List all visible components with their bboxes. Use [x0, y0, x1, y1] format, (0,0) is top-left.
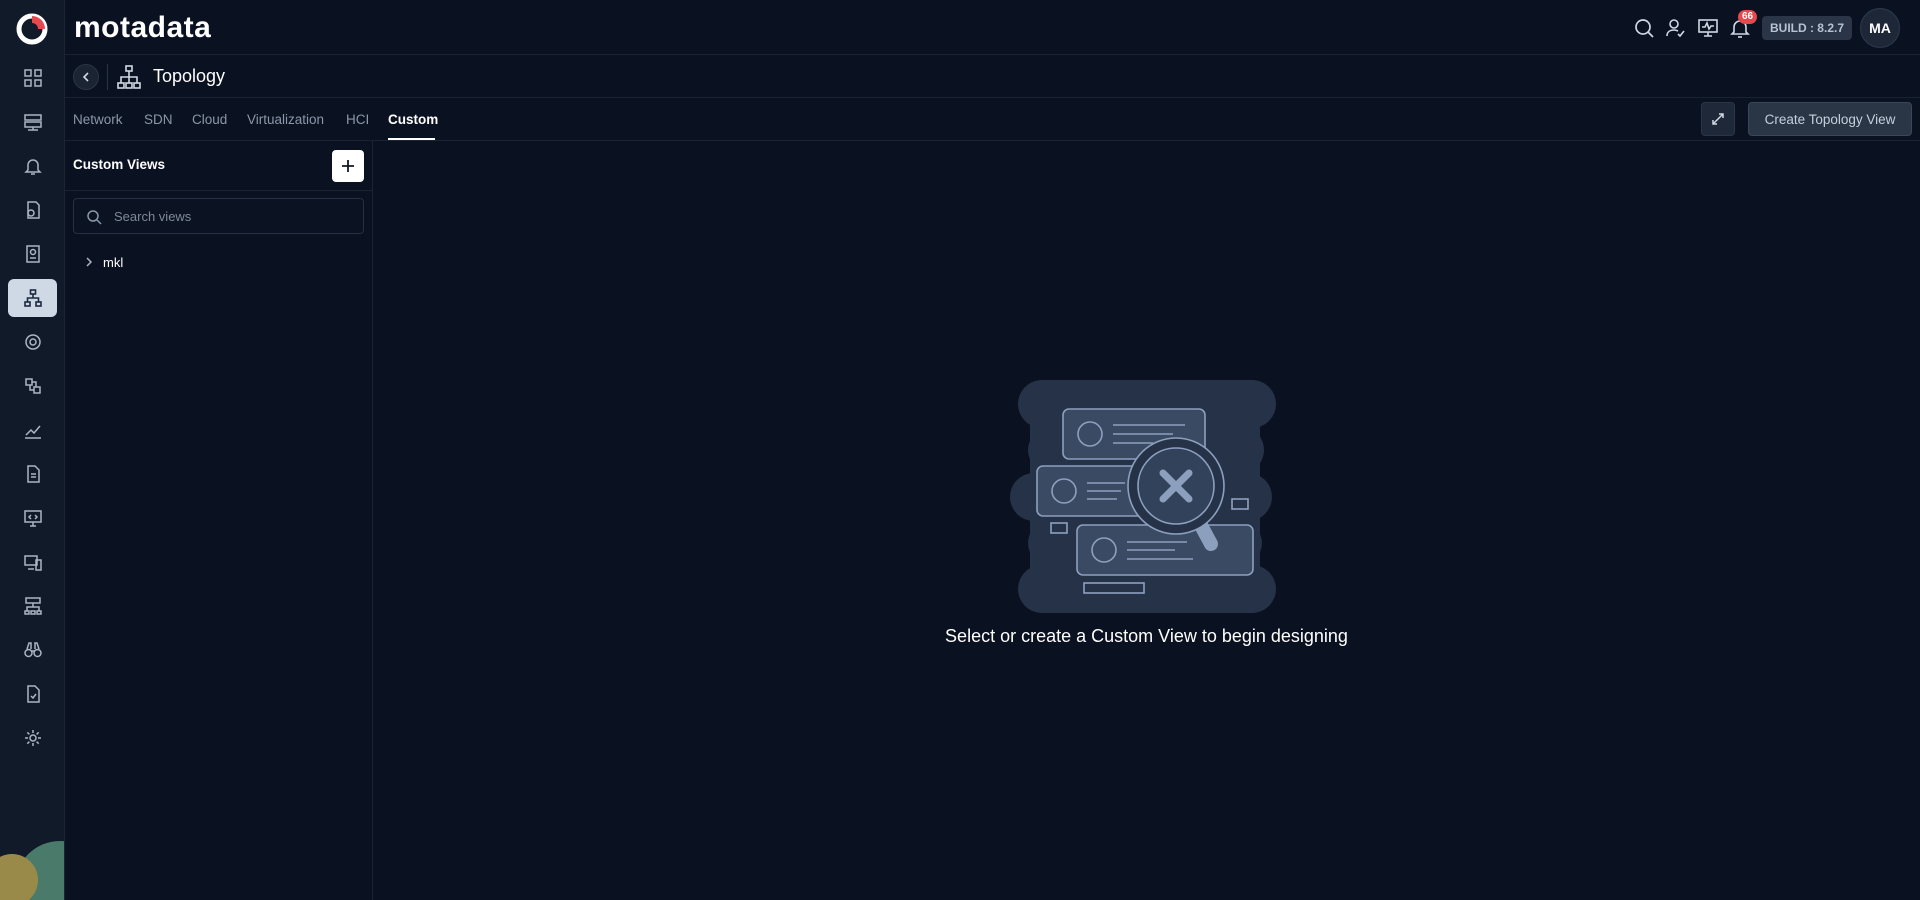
monitor-icon[interactable] — [1692, 12, 1724, 44]
list-item[interactable]: mkl — [73, 251, 123, 273]
audit-icon[interactable] — [8, 675, 57, 713]
top-bar: motadata 66 BUILD : 8.2.7 MA — [65, 0, 1920, 55]
tab-cloud[interactable]: Cloud — [192, 112, 227, 127]
tab-network[interactable]: Network — [73, 112, 123, 127]
decorative-art — [0, 841, 64, 900]
dashboard-icon[interactable] — [8, 59, 57, 97]
avatar[interactable]: MA — [1860, 8, 1900, 48]
plus-icon — [342, 160, 354, 172]
page-header: Topology — [65, 56, 1920, 98]
topology-icon — [117, 65, 141, 89]
topology-tabs: Network SDN Cloud Virtualization HCI Cus… — [65, 99, 1920, 141]
notification-badge: 66 — [1737, 10, 1758, 24]
bell-icon[interactable]: 66 — [1724, 10, 1758, 44]
config-icon[interactable] — [8, 367, 57, 405]
report-icon[interactable] — [8, 455, 57, 493]
inventory-icon[interactable] — [8, 235, 57, 273]
active-tab-indicator — [388, 138, 435, 140]
metric-explorer-icon[interactable] — [8, 191, 57, 229]
page-title: Topology — [153, 66, 226, 86]
list-item-label: mkl — [103, 254, 124, 270]
tab-sdn[interactable]: SDN — [144, 112, 173, 127]
server-icon[interactable] — [8, 103, 57, 141]
search-box — [73, 198, 364, 234]
settings-icon[interactable] — [8, 719, 57, 757]
aiops-icon[interactable] — [8, 323, 57, 361]
motadata-logo-icon[interactable] — [15, 12, 49, 46]
tab-hci[interactable]: HCI — [346, 112, 369, 127]
search-icon — [87, 210, 102, 225]
empty-state-illustration — [1010, 380, 1276, 613]
expand-icon — [1712, 113, 1724, 125]
trend-icon[interactable] — [8, 411, 57, 449]
chevron-right-icon[interactable] — [83, 256, 95, 268]
expand-button[interactable] — [1701, 102, 1735, 136]
device-icon[interactable] — [8, 543, 57, 581]
chevron-left-icon — [82, 72, 89, 82]
search-icon[interactable] — [1628, 12, 1660, 44]
build-badge: BUILD : 8.2.7 — [1761, 16, 1852, 40]
back-button[interactable] — [73, 64, 99, 90]
divider — [107, 64, 108, 90]
left-nav-rail — [0, 0, 65, 900]
panel-header: Custom Views — [65, 141, 372, 191]
topology-icon[interactable] — [8, 279, 57, 317]
create-topology-view-button[interactable]: Create Topology View — [1748, 102, 1912, 136]
header-actions: 66 BUILD : 8.2.7 MA — [1628, 8, 1900, 48]
tab-virtualization[interactable]: Virtualization — [247, 112, 324, 127]
panel-title: Custom Views — [73, 157, 166, 172]
brand-logo[interactable]: motadata — [74, 11, 211, 45]
empty-state-message: Select or create a Custom View to begin … — [945, 626, 1348, 646]
alert-icon[interactable] — [8, 147, 57, 185]
monitor-code-icon[interactable] — [8, 499, 57, 537]
network-flow-icon[interactable] — [8, 587, 57, 625]
tab-custom[interactable]: Custom — [388, 112, 438, 127]
search-views-input[interactable] — [114, 199, 354, 233]
add-view-button[interactable] — [332, 150, 364, 182]
custom-views-panel: Custom Views mkl — [65, 141, 373, 900]
user-check-icon[interactable] — [1660, 12, 1692, 44]
binoculars-icon[interactable] — [8, 631, 57, 669]
